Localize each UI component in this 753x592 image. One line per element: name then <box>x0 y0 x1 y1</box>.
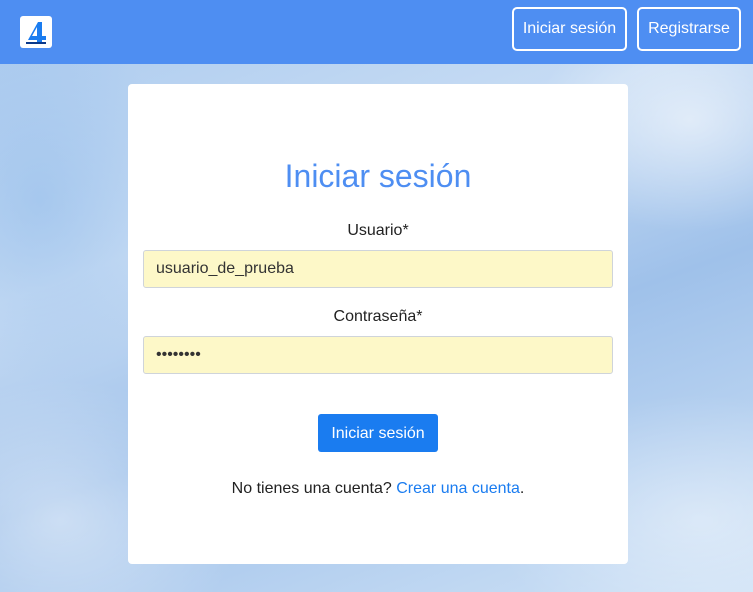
password-label: Contraseña* <box>333 308 423 325</box>
app-logo-icon[interactable] <box>20 16 52 48</box>
nav-login-button[interactable]: Iniciar sesión <box>512 7 627 51</box>
signup-prompt: No tienes una cuenta? Crear una cuenta. <box>128 480 628 498</box>
navbar: Iniciar sesión Registrarse <box>0 0 753 64</box>
login-submit-button[interactable]: Iniciar sesión <box>318 414 438 452</box>
login-card: Iniciar sesión Usuario* Contraseña* ••••… <box>128 84 628 564</box>
page-title: Iniciar sesión <box>284 158 472 194</box>
password-field[interactable]: •••••••• <box>143 336 613 374</box>
signup-suffix: . <box>519 480 525 497</box>
nav-register-button[interactable]: Registrarse <box>637 7 741 51</box>
signup-prompt-text: No tienes una cuenta? <box>231 480 397 497</box>
username-field[interactable] <box>143 250 613 288</box>
create-account-link[interactable]: Crear una cuenta <box>396 480 520 497</box>
username-label: Usuario* <box>347 222 409 239</box>
